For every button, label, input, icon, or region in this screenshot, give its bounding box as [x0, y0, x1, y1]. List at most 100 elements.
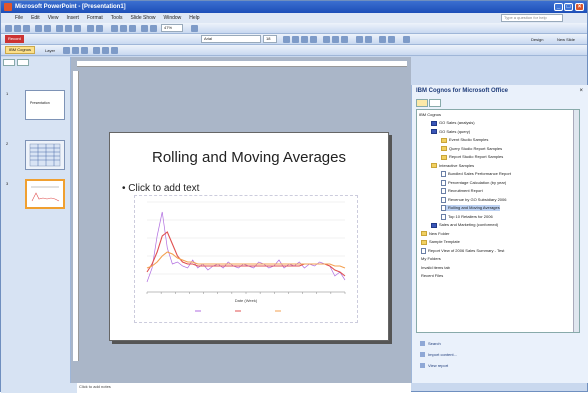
font-color-icon[interactable]	[403, 36, 410, 43]
font-select[interactable]: Arial	[201, 35, 261, 43]
menu-window[interactable]: Window	[164, 13, 182, 23]
tree-item[interactable]: Percentage Calculation (by year)	[441, 179, 506, 186]
table-icon[interactable]	[120, 25, 127, 32]
color-icon[interactable]	[141, 25, 148, 32]
close-button[interactable]: ×	[575, 3, 584, 11]
tree-item[interactable]: Recruitment Report	[441, 188, 483, 194]
slide-thumbnail-1[interactable]: Presentation	[25, 90, 65, 120]
align-left-icon[interactable]	[323, 36, 330, 43]
menu-file[interactable]: File	[15, 13, 23, 23]
task-pane-link[interactable]: Search	[420, 341, 441, 346]
print-icon[interactable]	[35, 25, 42, 32]
tree-item[interactable]: Invalid items tab	[421, 265, 450, 271]
layer-label[interactable]: Layer	[45, 46, 55, 55]
open-icon[interactable]	[14, 25, 21, 32]
tree-item[interactable]: Sample Template	[421, 239, 460, 245]
link-label: Import content...	[428, 352, 457, 357]
about-icon[interactable]	[111, 47, 118, 54]
slide-title[interactable]: Rolling and Moving Averages	[110, 149, 388, 166]
slides-tab[interactable]	[17, 59, 29, 66]
numbering-icon[interactable]	[356, 36, 363, 43]
chart-icon[interactable]	[111, 25, 118, 32]
clear-cache-icon[interactable]	[93, 47, 100, 54]
align-center-icon[interactable]	[332, 36, 339, 43]
preview-icon[interactable]	[44, 25, 51, 32]
undo-icon[interactable]	[87, 25, 94, 32]
tree-item[interactable]: GO Sales (query)	[431, 129, 470, 135]
outline-tab[interactable]	[3, 59, 15, 66]
task-pane-close-icon[interactable]: ×	[579, 88, 583, 94]
menu-format[interactable]: Format	[87, 13, 103, 23]
formatting-toolbar: Record Arial 18 Design New Slide	[1, 34, 587, 45]
maximize-button[interactable]: □	[564, 3, 573, 11]
folder-icon	[441, 154, 447, 160]
tree-item[interactable]: New Folder	[421, 231, 449, 237]
tree-item[interactable]: GO Sales (analysis)	[431, 120, 475, 126]
chart-frame[interactable]: Date (Week)	[134, 195, 358, 323]
tree-root[interactable]: IBM Cognos	[419, 112, 441, 118]
menu-help[interactable]: Help	[189, 13, 199, 23]
redo-icon[interactable]	[96, 25, 103, 32]
help-icon[interactable]	[191, 25, 198, 32]
menu-edit[interactable]: Edit	[31, 13, 40, 23]
properties-tab[interactable]	[429, 99, 441, 107]
copy-icon[interactable]	[65, 25, 72, 32]
menu-insert[interactable]: Insert	[66, 13, 79, 23]
align-right-icon[interactable]	[341, 36, 348, 43]
tree-item[interactable]: Rolling and Moving Averages	[441, 205, 500, 211]
save-icon[interactable]	[23, 25, 30, 32]
minimize-button[interactable]: _	[554, 3, 563, 11]
italic-icon[interactable]	[292, 36, 299, 43]
ask-question-input[interactable]: Type a question for help	[501, 14, 563, 22]
bold-icon[interactable]	[283, 36, 290, 43]
tree-item[interactable]: Report Studio Report Samples	[441, 154, 503, 160]
tree-item[interactable]: Recent Files	[421, 273, 443, 279]
paste-icon[interactable]	[74, 25, 81, 32]
window-title: Microsoft PowerPoint - [Presentation1]	[15, 4, 126, 10]
new-icon[interactable]	[5, 25, 12, 32]
menu-tools[interactable]: Tools	[111, 13, 123, 23]
tree-item[interactable]: Interactive Samples	[431, 163, 474, 169]
tree-item[interactable]: Sales and Marketing (conformed)	[431, 222, 498, 228]
font-size-select[interactable]: 18	[263, 35, 277, 43]
tree-item[interactable]: My Folders	[421, 256, 441, 262]
report-icon	[441, 171, 446, 177]
task-pane-link[interactable]: View report	[420, 363, 448, 368]
convert-icon[interactable]	[81, 47, 88, 54]
refresh-icon[interactable]	[63, 47, 70, 54]
tree-item-label: Report Studio Report Samples	[449, 154, 504, 159]
grid-icon[interactable]	[150, 25, 157, 32]
slide-thumbnail-3[interactable]	[25, 179, 65, 209]
menu-slide-show[interactable]: Slide Show	[130, 13, 155, 23]
bullets-icon[interactable]	[365, 36, 372, 43]
tree-item[interactable]: Bundled Sales Performance Report	[441, 171, 511, 177]
publish-icon[interactable]	[72, 47, 79, 54]
decrease-font-icon[interactable]	[388, 36, 395, 43]
increase-font-icon[interactable]	[379, 36, 386, 43]
options-icon[interactable]	[102, 47, 109, 54]
cognos-red-button[interactable]: Record	[5, 35, 24, 43]
ibm-cognos-button[interactable]: IBM Cognos	[5, 46, 36, 54]
new-slide-button[interactable]: New Slide	[557, 35, 575, 44]
design-button[interactable]: Design	[531, 35, 543, 44]
underline-icon[interactable]	[301, 36, 308, 43]
zoom-select[interactable]: 47%	[161, 24, 183, 32]
current-slide[interactable]: Rolling and Moving Averages • Click to a…	[109, 132, 389, 341]
cut-icon[interactable]	[56, 25, 63, 32]
tree-item[interactable]: Query Studio Report Samples	[441, 146, 502, 152]
tree-scrollbar[interactable]	[573, 110, 579, 332]
tree-item[interactable]: Event Studio Samples	[441, 137, 488, 143]
tree-item-label: Sales and Marketing (conformed)	[439, 222, 499, 227]
hyperlink-icon[interactable]	[129, 25, 136, 32]
text-placeholder[interactable]: • Click to add text	[122, 183, 199, 194]
menu-view[interactable]: View	[48, 13, 59, 23]
browse-tab[interactable]	[416, 99, 428, 107]
placeholder-text: Click to add text	[128, 183, 200, 194]
shadow-icon[interactable]	[310, 36, 317, 43]
slide-thumbnail-2[interactable]	[25, 140, 65, 170]
tree-item[interactable]: Revenue by GO Subsidiary 2006	[441, 196, 506, 203]
task-pane-link[interactable]: Import content...	[420, 352, 457, 357]
tree-item-label: Sample Template	[429, 239, 460, 244]
tree-item[interactable]: Top 10 Retailers for 2006	[441, 213, 493, 220]
tree-item[interactable]: Report View of 2006 Sales Summary - Test	[421, 247, 504, 254]
